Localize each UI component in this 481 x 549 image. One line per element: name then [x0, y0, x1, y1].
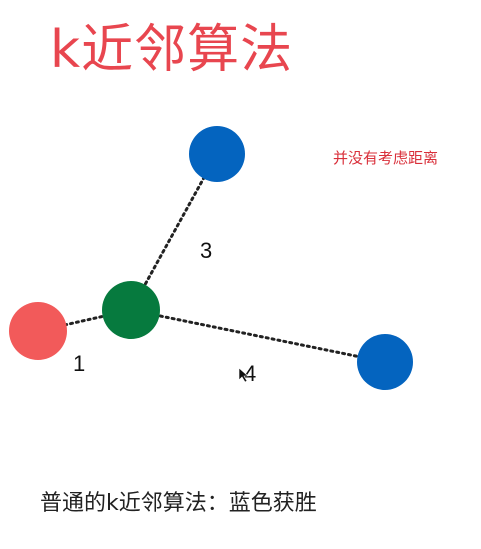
caption: 普通的k近邻算法：蓝色获胜	[40, 491, 317, 516]
edge-to-right-blue	[129, 308, 387, 364]
knn-slide: k近邻算法 并没有考虑距离 3 1 4 普通的k近邻算法：蓝色获胜	[0, 0, 481, 549]
knn-diagram: 3 1 4	[9, 126, 413, 390]
red-node	[9, 302, 67, 360]
query-node-green	[102, 281, 160, 339]
edge-label-1: 1	[73, 351, 85, 376]
blue-node-top	[189, 126, 245, 182]
blue-node-right	[357, 334, 413, 390]
edge-label-4: 4	[244, 361, 256, 386]
edge-label-3: 3	[200, 238, 212, 263]
